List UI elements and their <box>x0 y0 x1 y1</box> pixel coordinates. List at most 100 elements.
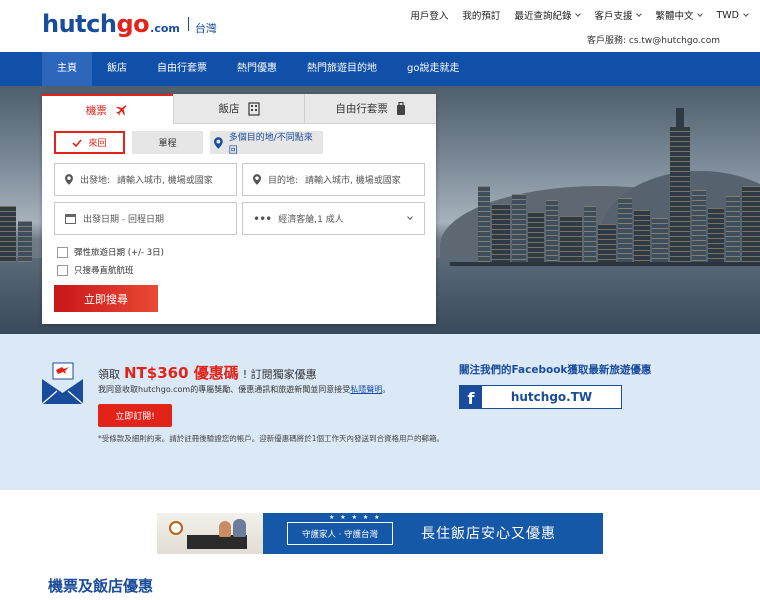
nav-packages[interactable]: 自由行套票 <box>142 52 222 86</box>
luggage-icon <box>396 101 405 115</box>
flexible-dates-label: 彈性旅遊日期 (+/- 3日) <box>74 248 164 258</box>
plane-icon <box>116 105 127 116</box>
top-header: hutchgo .com 台灣 用戶登入 我的預訂 最近查詢紀錄 客戶支援 繁體… <box>0 0 760 52</box>
building <box>560 216 582 262</box>
building <box>652 218 668 262</box>
reception-desk <box>187 535 247 549</box>
shoreline <box>450 262 760 266</box>
building <box>584 206 596 262</box>
nav-destinations[interactable]: 熱門旅遊目的地 <box>292 52 392 86</box>
promo-prefix: 領取 <box>98 368 120 381</box>
checkbox-box[interactable] <box>57 264 68 276</box>
banner-message: 長住飯店安心又優惠 <box>421 526 556 542</box>
logo-divider <box>187 17 189 31</box>
building <box>742 186 760 262</box>
login-link[interactable]: 用戶登入 <box>410 8 448 22</box>
nav-deals[interactable]: 熱門優惠 <box>222 52 292 86</box>
pin-icon <box>214 136 223 149</box>
tower-top <box>676 108 684 128</box>
tab-flights[interactable]: 機票 <box>42 94 173 124</box>
building <box>528 212 544 262</box>
origin-field[interactable]: 出發地: 請輸入城市, 機場或國家 <box>54 163 237 196</box>
person <box>233 519 246 537</box>
facebook-handle: hutchgo.TW <box>510 390 593 404</box>
building <box>546 200 558 262</box>
flexible-dates-checkbox[interactable]: 彈性旅遊日期 (+/- 3日) <box>57 246 164 258</box>
hutchgo-logo[interactable]: hutchgo .com 台灣 <box>42 10 217 38</box>
promo-desc-text: 我同意收取hutchgo.com的專屬獎勵、優惠通訊和旅遊新聞並同意接受 <box>98 385 351 394</box>
support-label: 客戶支援 <box>594 11 633 22</box>
person <box>219 521 231 537</box>
building <box>692 190 706 262</box>
dots-icon: ••• <box>253 211 272 226</box>
language-menu[interactable]: 繁體中文 <box>655 8 704 22</box>
my-bookings-link[interactable]: 我的預訂 <box>462 8 500 22</box>
tab-packages[interactable]: 自由行套票 <box>304 94 437 124</box>
promo-amount: NT$360 優惠碼 <box>124 364 239 382</box>
customer-service-email: 客戶服務: cs.tw@hutchgo.com <box>586 36 720 46</box>
promo-section: 領取 NT$360 優惠碼 ! 訂閱獨家優惠 我同意收取hutchgo.com的… <box>0 334 760 490</box>
top-nav: 用戶登入 我的預訂 最近查詢紀錄 客戶支援 繁體中文 TWD <box>410 8 749 22</box>
search-history-menu[interactable]: 最近查詢紀錄 <box>514 8 582 22</box>
building <box>478 186 490 262</box>
checkbox-box[interactable] <box>57 246 68 258</box>
search-button[interactable]: 立即搜尋 <box>54 285 158 312</box>
one-way-button[interactable]: 單程 <box>132 131 203 154</box>
building <box>618 198 632 262</box>
currency-menu[interactable]: TWD <box>716 8 749 22</box>
tab-flights-label: 機票 <box>85 104 107 117</box>
multi-city-label: 多個目的地/不同點來回 <box>228 132 313 156</box>
subscribe-button[interactable]: 立即訂閱! <box>98 404 172 427</box>
main-nav: 主頁 飯店 自由行套票 熱門優惠 熱門旅遊目的地 go說走就走 <box>0 52 760 86</box>
tab-hotels-label: 飯店 <box>218 103 240 115</box>
passengers-cabin-value: 經濟客艙,1 成人 <box>278 215 344 225</box>
envelope-icon <box>41 362 84 405</box>
nav-home[interactable]: 主頁 <box>42 52 92 86</box>
check-icon <box>72 138 83 147</box>
region-label: 台灣 <box>194 22 217 35</box>
destination-field[interactable]: 目的地: 請輸入城市, 機場或國家 <box>242 163 425 196</box>
building <box>708 208 724 262</box>
round-trip-button[interactable]: 來回 <box>54 131 125 154</box>
dates-field[interactable]: 出發日期 - 回程日期 <box>54 202 237 235</box>
logo-text: hutchgo <box>42 10 150 38</box>
banner-image <box>157 513 263 554</box>
privacy-link[interactable]: 私隱聲明 <box>350 385 382 394</box>
promo-desc-end: 。 <box>382 385 391 394</box>
direct-flights-checkbox[interactable]: 只搜尋直航航班 <box>57 264 134 276</box>
building <box>726 196 740 262</box>
section-title: 機票及飯店優惠 <box>48 577 154 595</box>
chevron-down-icon <box>697 10 704 17</box>
trip-type-selector: 來回 單程 多個目的地/不同點來回 <box>54 131 323 156</box>
multi-city-button[interactable]: 多個目的地/不同點來回 <box>210 131 323 156</box>
building <box>634 210 650 262</box>
facebook-link[interactable]: f hutchgo.TW <box>459 385 622 409</box>
tower <box>670 126 690 262</box>
destination-label: 目的地: <box>268 176 299 186</box>
calendar-icon <box>65 214 76 224</box>
direct-flights-label: 只搜尋直航航班 <box>74 266 134 276</box>
hotel-icon <box>247 101 260 116</box>
building <box>0 206 16 262</box>
search-history-label: 最近查詢紀錄 <box>514 11 572 22</box>
chevron-down-icon <box>575 10 582 17</box>
search-panel: 機票 飯店 自由行套票 來回 單程 多個目的地/不同點來回 出發地: 請輸入城市… <box>42 94 437 324</box>
promo-suffix: ! 訂閱獨家優惠 <box>242 368 317 381</box>
hotel-promo-banner[interactable]: ★ ★ ★ ★ ★ 守護家人 · 守護台灣 長住飯店安心又優惠 <box>157 513 603 554</box>
destination-placeholder: 請輸入城市, 機場或國家 <box>305 176 401 186</box>
chevron-down-icon <box>407 214 413 220</box>
building <box>492 204 510 262</box>
building <box>512 194 526 262</box>
support-menu[interactable]: 客戶支援 <box>594 8 643 22</box>
passengers-cabin-select[interactable]: ••• 經濟客艙,1 成人 <box>242 202 425 235</box>
currency-label: TWD <box>716 9 739 21</box>
promo-description: 我同意收取hutchgo.com的專屬獎勵、優惠通訊和旅遊新聞並同意接受私隱聲明… <box>98 384 390 395</box>
clock-icon <box>169 521 183 535</box>
nav-go[interactable]: go說走就走 <box>392 52 474 86</box>
chevron-down-icon <box>743 10 749 17</box>
logo-domain: .com <box>150 22 180 35</box>
banner-badge: 守護家人 · 守護台灣 <box>287 522 393 545</box>
nav-hotels[interactable]: 飯店 <box>92 52 142 86</box>
building <box>598 224 616 262</box>
tab-hotels[interactable]: 飯店 <box>172 94 305 124</box>
